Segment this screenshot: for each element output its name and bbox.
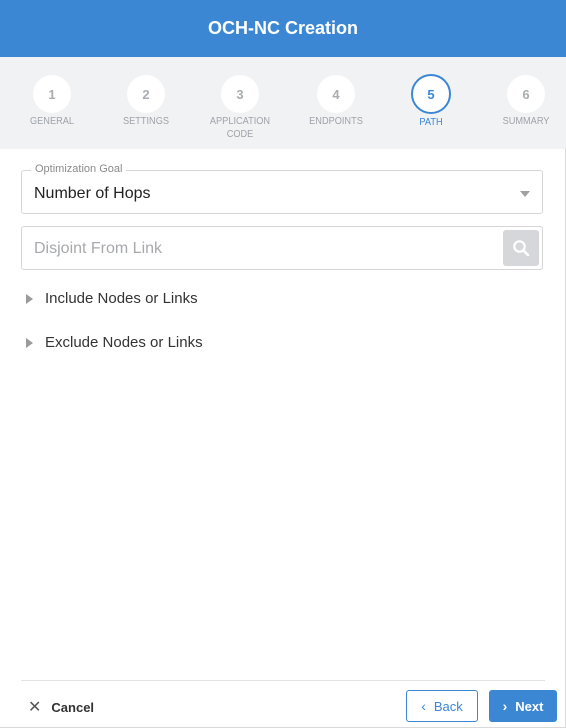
- search-icon: [513, 240, 530, 257]
- next-button[interactable]: › Next: [489, 690, 557, 722]
- step-label: PATH: [419, 117, 443, 128]
- step-number: 5: [411, 74, 451, 114]
- wizard-stepper: 1 GENERAL 2 SETTINGS 3 APPLICATION CODE …: [0, 57, 566, 149]
- step-general[interactable]: 1 GENERAL: [4, 75, 100, 128]
- optimization-goal-label: Optimization Goal: [31, 163, 127, 175]
- dialog-title-bar: OCH-NC Creation: [0, 0, 566, 57]
- exclude-nodes-or-links-toggle[interactable]: Exclude Nodes or Links: [26, 334, 203, 351]
- cancel-button[interactable]: ✕ Cancel: [28, 697, 94, 717]
- step-label: APPLICATION CODE: [196, 115, 284, 141]
- step-label-line: CODE: [226, 129, 254, 140]
- optimization-goal-value: Number of Hops: [34, 185, 151, 202]
- back-label: Back: [433, 698, 463, 714]
- triangle-right-icon: [26, 293, 33, 304]
- step-settings[interactable]: 2 SETTINGS: [98, 75, 194, 128]
- step-number: 6: [507, 75, 545, 113]
- close-icon: ✕: [28, 699, 42, 716]
- include-nodes-or-links-label: Include Nodes or Links: [45, 290, 198, 307]
- cancel-label: Cancel: [51, 699, 95, 715]
- step-number: 1: [33, 75, 71, 113]
- chevron-left-icon: ‹: [421, 698, 426, 714]
- och-nc-creation-dialog: OCH-NC Creation 1 GENERAL 2 SETTINGS 3 A…: [0, 0, 566, 728]
- disjoint-from-link-placeholder: Disjoint From Link: [34, 240, 163, 257]
- include-nodes-or-links-toggle[interactable]: Include Nodes or Links: [26, 290, 198, 307]
- step-number: 3: [221, 75, 259, 113]
- triangle-right-icon: [26, 337, 33, 348]
- step-path[interactable]: 5 PATH: [383, 74, 479, 129]
- step-label: GENERAL: [30, 116, 74, 127]
- optimization-goal-select[interactable]: Optimization Goal Number of Hops: [21, 163, 543, 214]
- step-number: 4: [317, 75, 355, 113]
- next-label: Next: [515, 698, 544, 714]
- chevron-right-icon: ›: [502, 698, 508, 714]
- disjoint-from-link-input[interactable]: Disjoint From Link: [21, 226, 543, 270]
- step-label: SUMMARY: [502, 116, 550, 127]
- caret-down-icon: [520, 191, 530, 197]
- back-button[interactable]: ‹ Back: [406, 690, 478, 722]
- step-summary[interactable]: 6 SUMMARY: [478, 75, 566, 128]
- step-endpoints[interactable]: 4 ENDPOINTS: [288, 75, 384, 128]
- step-application-code[interactable]: 3 APPLICATION CODE: [192, 75, 288, 141]
- step-number: 2: [127, 75, 165, 113]
- dialog-title: OCH-NC Creation: [207, 18, 358, 38]
- search-button[interactable]: [503, 230, 539, 266]
- step-label: ENDPOINTS: [309, 116, 363, 127]
- step-label: SETTINGS: [122, 116, 169, 127]
- step-label-line: APPLICATION: [209, 116, 271, 127]
- footer-divider: [21, 680, 545, 681]
- exclude-nodes-or-links-label: Exclude Nodes or Links: [45, 334, 203, 351]
